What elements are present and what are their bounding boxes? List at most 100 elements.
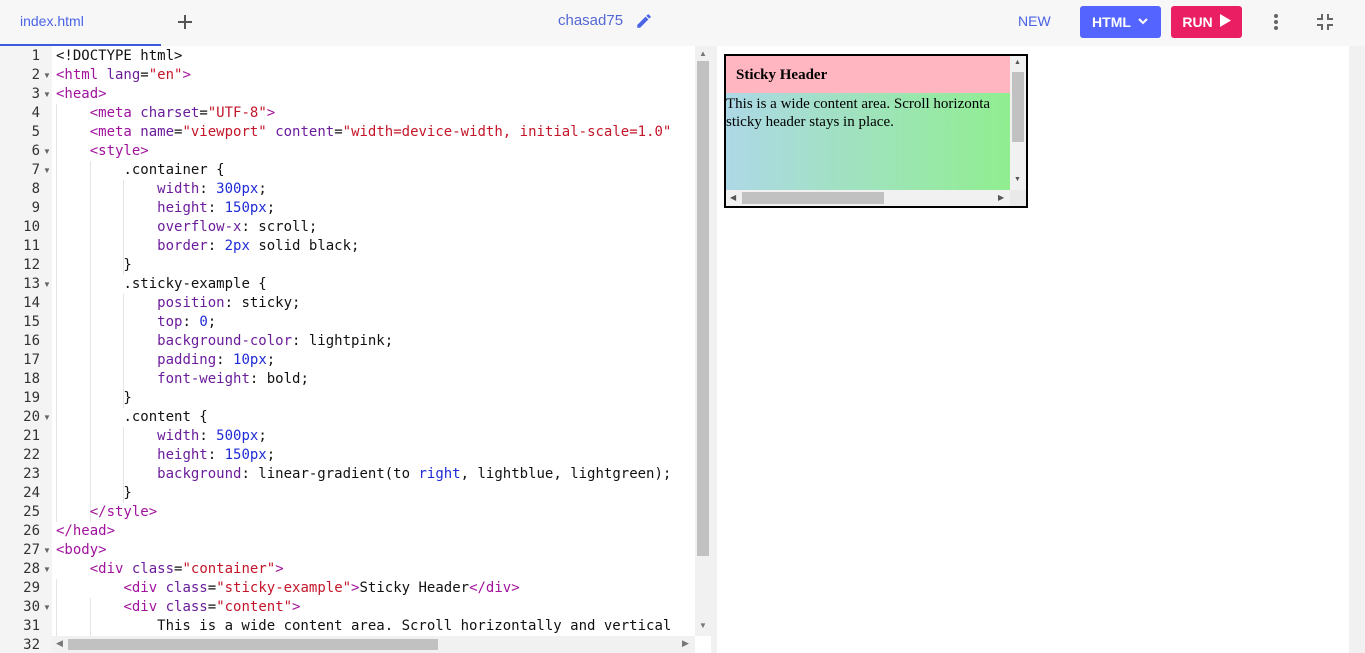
code-line[interactable]: .sticky-example { — [56, 275, 266, 294]
code-line[interactable]: </style> — [56, 503, 157, 522]
code-token: ; — [207, 314, 217, 330]
code-token: .content { — [123, 409, 208, 425]
scroll-left-icon[interactable]: ◀ — [56, 638, 63, 649]
code-line[interactable]: <meta charset="UTF-8"> — [56, 104, 275, 123]
code-line[interactable]: This is a wide content area. Scroll hori… — [56, 617, 671, 636]
code-line[interactable]: width: 500px; — [56, 427, 267, 446]
code-line[interactable]: background: linear-gradient(to right, li… — [56, 465, 671, 484]
code-line[interactable]: } — [56, 484, 131, 503]
fold-toggle-icon[interactable]: ▼ — [43, 161, 51, 180]
scroll-thumb[interactable] — [697, 61, 709, 556]
code-line[interactable]: <!DOCTYPE html> — [56, 47, 182, 66]
language-select-button[interactable]: HTML — [1080, 6, 1161, 38]
scroll-up-icon[interactable]: ▲ — [1014, 59, 1021, 66]
line-number: 7 — [31, 162, 40, 178]
plus-icon[interactable] — [174, 11, 196, 33]
code-editor[interactable]: 1 2 ▼ 3 ▼ 4 5 6 ▼ 7 ▼ 8 9 10 11 12 13 ▼ 14 15 16 17 18 19 20 ▼ 21 2… — [0, 46, 711, 653]
code-line[interactable]: height: 150px; — [56, 199, 275, 218]
fold-toggle-icon[interactable]: ▼ — [43, 85, 51, 104]
scroll-right-icon[interactable]: ▶ — [682, 638, 689, 649]
pencil-icon[interactable] — [635, 12, 653, 30]
fold-toggle-icon[interactable]: ▼ — [43, 541, 51, 560]
code-token: overflow-x — [157, 219, 242, 235]
line-number: 16 — [23, 333, 40, 349]
code-token: <body> — [56, 542, 107, 558]
code-line[interactable]: <meta name="viewport" content="width=dev… — [56, 123, 672, 142]
code-token: 0 — [199, 314, 208, 330]
code-line[interactable]: top: 0; — [56, 313, 216, 332]
fold-toggle-icon[interactable]: ▼ — [43, 275, 51, 294]
code-token: : — [207, 447, 225, 463]
code-line[interactable]: background-color: lightpink; — [56, 332, 393, 351]
code-line[interactable]: font-weight: bold; — [56, 370, 309, 389]
code-token: 300px — [216, 181, 259, 197]
sticky-header: Sticky Header — [726, 56, 1010, 93]
scroll-up-icon[interactable]: ▲ — [699, 49, 707, 58]
scroll-thumb[interactable] — [1012, 72, 1024, 142]
code-line[interactable]: <div class="sticky-example">Sticky Heade… — [56, 579, 519, 598]
code-token: 500px — [216, 428, 259, 444]
line-number: 19 — [23, 390, 40, 406]
fold-toggle-icon[interactable]: ▼ — [43, 560, 51, 579]
line-number-gutter: 1 2 ▼ 3 ▼ 4 5 6 ▼ 7 ▼ 8 9 10 11 12 13 ▼ 14 15 16 17 18 19 20 ▼ 21 2… — [0, 46, 52, 653]
code-line[interactable]: </head> — [56, 522, 115, 541]
code-line[interactable]: } — [56, 389, 131, 408]
preview-horizontal-scrollbar[interactable]: ◀ ▶ — [726, 190, 1010, 206]
code-token: 2px — [224, 238, 250, 254]
new-button[interactable]: NEW — [1018, 13, 1051, 29]
code-line[interactable]: .container { — [56, 161, 224, 180]
code-line[interactable]: <style> — [56, 142, 149, 161]
code-line[interactable]: <html lang="en"> — [56, 66, 191, 85]
editor-vertical-scrollbar[interactable]: ▲ ▼ — [695, 46, 711, 636]
scroll-left-icon[interactable]: ◀ — [730, 193, 736, 202]
fold-toggle-icon[interactable]: ▼ — [43, 598, 51, 617]
line-number: 14 — [23, 295, 40, 311]
scroll-thumb[interactable] — [742, 192, 884, 204]
code-line[interactable]: .content { — [56, 408, 208, 427]
preview-container[interactable]: Sticky Header This is a wide content are… — [724, 54, 1028, 208]
line-number: 30 — [23, 599, 40, 615]
line-number: 5 — [31, 124, 40, 140]
tab-index-html[interactable]: index.html — [0, 0, 161, 46]
line-number: 25 — [23, 504, 40, 520]
project-name[interactable]: chasad75 — [558, 12, 623, 29]
scroll-down-icon[interactable]: ▼ — [699, 621, 707, 630]
preview-vertical-scrollbar[interactable]: ▲ ▼ — [1010, 56, 1026, 190]
scroll-thumb[interactable] — [68, 639, 438, 650]
code-token: <!DOCTYPE html> — [56, 48, 183, 64]
line-number: 3 — [31, 86, 40, 102]
code-token: <div — [123, 599, 166, 615]
code-token: "sticky-example" — [216, 580, 352, 596]
code-line[interactable]: position: sticky; — [56, 294, 300, 313]
code-line[interactable]: width: 300px; — [56, 180, 267, 199]
code-line[interactable]: padding: 10px; — [56, 351, 275, 370]
run-button[interactable]: RUN — [1171, 6, 1242, 38]
fold-toggle-icon[interactable]: ▼ — [43, 142, 51, 161]
code-token: </style> — [89, 504, 158, 520]
code-token: right — [418, 466, 461, 482]
code-line[interactable]: <div class="container"> — [56, 560, 284, 579]
scroll-down-icon[interactable]: ▼ — [1014, 176, 1021, 183]
collapse-icon[interactable] — [1315, 12, 1335, 32]
scroll-right-icon[interactable]: ▶ — [998, 193, 1004, 202]
code-line[interactable]: overflow-x: scroll; — [56, 218, 317, 237]
code-token: position — [157, 295, 225, 311]
code-line[interactable]: border: 2px solid black; — [56, 237, 359, 256]
code-token: class — [165, 599, 208, 615]
editor-horizontal-scrollbar[interactable]: ◀ ▶ — [52, 636, 695, 653]
code-token: <div — [89, 561, 132, 577]
code-line[interactable]: <body> — [56, 541, 107, 560]
code-area[interactable]: <!DOCTYPE html> <html lang="en"> <head> <m… — [56, 46, 696, 636]
code-token: solid black; — [249, 238, 360, 254]
code-line[interactable]: height: 150px; — [56, 446, 275, 465]
code-line[interactable]: <div class="content"> — [56, 598, 300, 617]
code-line[interactable]: <head> — [56, 85, 107, 104]
more-vertical-icon[interactable] — [1266, 12, 1286, 32]
fold-toggle-icon[interactable]: ▼ — [43, 408, 51, 427]
code-line[interactable]: } — [56, 256, 131, 275]
fold-toggle-icon[interactable]: ▼ — [43, 66, 51, 85]
